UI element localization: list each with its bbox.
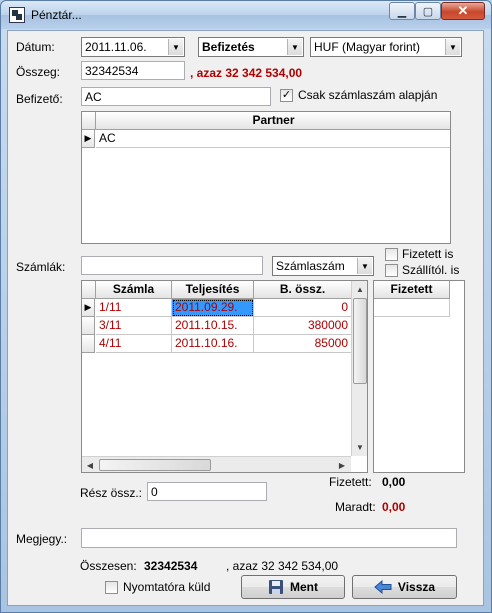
resz-ossz-input[interactable]: 0 [147,482,267,501]
datum-label: Dátum: [16,40,55,54]
save-icon [269,580,283,594]
datum-value: 2011.11.06. [85,40,147,54]
chevron-down-icon[interactable]: ▼ [168,39,183,55]
table-row-teljesites[interactable]: 2011.10.15. [172,317,254,335]
megjegy-label: Megjegy.: [16,532,68,546]
chevron-down-icon[interactable]: ▼ [357,258,372,274]
nyomtatora-label: Nyomtatóra küld [123,580,211,594]
osszesen-label: Összesen: [80,559,137,573]
scroll-right-icon[interactable]: ▶ [334,457,350,472]
partner-grid[interactable]: Partner ▶ AC [81,111,451,244]
befizeto-label: Befizető: [16,92,63,106]
datum-picker[interactable]: 2011.11.06. ▼ [81,37,185,57]
scroll-up-icon[interactable]: ▲ [352,281,367,297]
window-title: Pénztár... [31,8,82,22]
resz-ossz-label: Rész össz.: [80,486,143,500]
table-row-szamla[interactable]: 4/11 [96,335,172,353]
scroll-down-icon[interactable]: ▼ [352,439,367,455]
osszesen-words: , azaz 32 342 534,00 [226,559,339,573]
befizeto-input[interactable]: AC [81,87,271,106]
invoice-vertical-scrollbar[interactable]: ▲ ▼ [351,281,367,456]
invoice-grid[interactable]: Számla Teljesítés B. össz. ▶ 1/11 2011.0… [81,280,368,473]
table-row-szamla[interactable]: 1/11 [96,299,172,317]
table-row-bossz[interactable]: 85000 [254,335,352,353]
table-row-teljesites[interactable]: 2011.09.29. [172,299,254,317]
nyomtatora-checkbox[interactable] [105,581,118,594]
chevron-down-icon[interactable]: ▼ [287,39,302,55]
minimize-button[interactable]: ▁ [389,2,415,20]
chevron-down-icon[interactable]: ▼ [445,39,460,55]
megjegy-input[interactable] [81,528,457,548]
szallitol-is-label: Szállítól. is [402,263,460,277]
table-row-szamla[interactable]: 3/11 [96,317,172,335]
osszesen-value: 32342534 [144,559,198,573]
szamla-search-input[interactable] [81,256,263,275]
partner-cell[interactable]: AC [96,130,450,148]
close-button[interactable]: ✕ [441,2,485,20]
search-by-value: Számlaszám [276,259,345,273]
table-row-bossz[interactable]: 0 [254,299,352,317]
szamlak-label: Számlák: [16,260,66,274]
ment-button[interactable]: Ment [241,575,345,599]
fizetett-label: Fizetett: [329,475,372,489]
currency-select[interactable]: HUF (Magyar forint) ▼ [310,37,462,57]
table-row-teljesites[interactable]: 2011.10.16. [172,335,254,353]
col-fizetett[interactable]: Fizetett [374,281,450,299]
row-pointer-icon: ▶ [82,299,95,317]
fizetett-value: 0,00 [382,475,406,489]
table-row-bossz[interactable]: 380000 [254,317,352,335]
paid-cell[interactable] [374,299,450,317]
paid-grid[interactable]: Fizetett [373,280,465,473]
partner-column-header[interactable]: Partner [96,112,450,130]
maximize-button[interactable]: ▢ [415,2,441,20]
vissza-label: Vissza [397,580,436,594]
form-body: Dátum: 2011.11.06. ▼ Befizetés ▼ HUF (Ma… [7,30,484,606]
scroll-thumb[interactable] [99,459,211,471]
szallitol-is-checkbox[interactable] [385,264,398,277]
ment-label: Ment [290,580,318,594]
type-select[interactable]: Befizetés ▼ [198,37,304,57]
maradt-value: 0,00 [382,500,406,514]
title-bar[interactable]: Pénztár... ▁ ▢ ✕ [1,1,491,29]
scroll-left-icon[interactable]: ◀ [82,457,98,472]
csak-szamlaszam-checkbox[interactable]: ✓ [280,89,293,102]
arrow-left-icon [374,580,392,594]
app-icon [9,7,25,23]
fizetett-is-checkbox[interactable] [385,248,398,261]
col-teljesites[interactable]: Teljesítés [172,281,254,299]
currency-value: HUF (Magyar forint) [314,40,421,54]
col-szamla[interactable]: Számla [96,281,172,299]
row-pointer-icon: ▶ [82,130,95,148]
invoice-horizontal-scrollbar[interactable]: ◀ ▶ [82,456,351,472]
type-value: Befizetés [202,40,255,54]
col-bossz[interactable]: B. össz. [254,281,352,299]
scroll-thumb[interactable] [353,298,367,384]
csak-szamlaszam-label: Csak számlaszám alapján [298,88,438,102]
vissza-button[interactable]: Vissza [352,575,457,599]
fizetett-is-label: Fizetett is [402,247,454,261]
osszeg-input[interactable]: 32342534 [81,61,185,80]
maradt-label: Maradt: [335,500,376,514]
osszeg-label: Összeg: [16,65,61,79]
osszeg-words: , azaz 32 342 534,00 [190,66,303,80]
search-by-select[interactable]: Számlaszám ▼ [272,256,374,276]
